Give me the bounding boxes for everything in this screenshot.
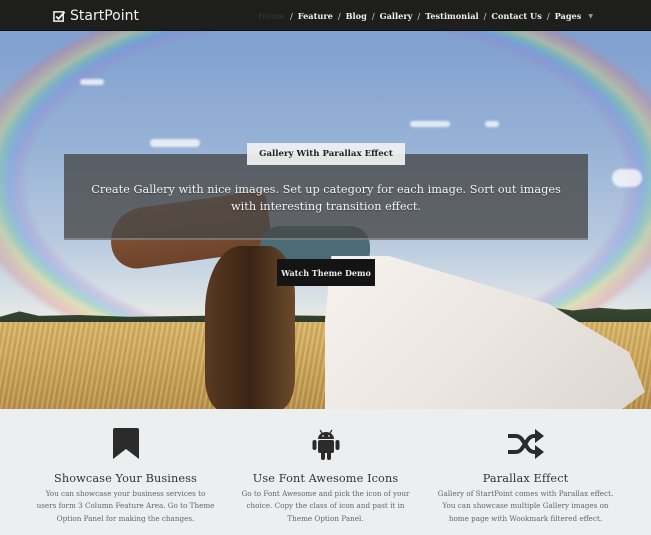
hero-image-cloud — [410, 121, 450, 127]
watch-theme-demo-button[interactable]: Watch Theme Demo — [277, 259, 375, 286]
chevron-down-icon[interactable]: ▼ — [588, 13, 593, 20]
nav-item-home[interactable]: Home — [258, 11, 285, 21]
hero-image-cloud — [80, 79, 104, 85]
features-section: Showcase Your Business You can showcase … — [0, 409, 651, 535]
nav-item-blog[interactable]: Blog — [346, 11, 367, 21]
nav-item-feature[interactable]: Feature — [298, 11, 333, 21]
nav-separator: / — [371, 11, 375, 21]
hero-image-cloud — [612, 169, 642, 187]
nav-separator: / — [483, 11, 487, 21]
bookmark-icon — [112, 427, 139, 461]
hero-image-cloud — [150, 139, 200, 147]
slide-caption-text: Create Gallery with nice images. Set up … — [91, 183, 561, 213]
feature-text: You can showcase your business services … — [36, 489, 215, 523]
nav-item-testimonial[interactable]: Testimonial — [425, 11, 478, 21]
feature-item: Use Font Awesome Icons Go to Font Awesom… — [226, 409, 426, 535]
slide-caption-title: Gallery With Parallax Effect — [247, 143, 405, 165]
main-nav: Home / Feature / Blog / Gallery / Testim… — [258, 9, 593, 23]
logo-text: StartPoint — [70, 8, 139, 24]
nav-separator: / — [546, 11, 550, 21]
feature-item: Parallax Effect Gallery of StartPoint co… — [426, 409, 626, 535]
feature-text: Go to Font Awesome and pick the icon of … — [241, 489, 410, 523]
checkbox-icon — [53, 10, 66, 22]
hero-image-cloud — [485, 121, 499, 127]
site-header: StartPoint Home / Feature / Blog / Galle… — [0, 0, 651, 31]
nav-item-pages[interactable]: Pages — [555, 11, 582, 21]
nav-separator: / — [417, 11, 421, 21]
nav-separator: / — [289, 11, 293, 21]
feature-title: Use Font Awesome Icons — [252, 472, 399, 485]
nav-item-gallery[interactable]: Gallery — [380, 11, 413, 21]
feature-title: Showcase Your Business — [54, 472, 197, 485]
shuffle-icon — [507, 427, 545, 461]
feature-item: Showcase Your Business You can showcase … — [26, 409, 226, 535]
android-icon — [311, 427, 341, 461]
nav-separator: / — [337, 11, 341, 21]
feature-text: Gallery of StartPoint comes with Paralla… — [437, 489, 614, 523]
site-logo[interactable]: StartPoint — [53, 6, 139, 26]
feature-title: Parallax Effect — [482, 472, 569, 485]
nav-item-contact-us[interactable]: Contact Us — [491, 11, 541, 21]
